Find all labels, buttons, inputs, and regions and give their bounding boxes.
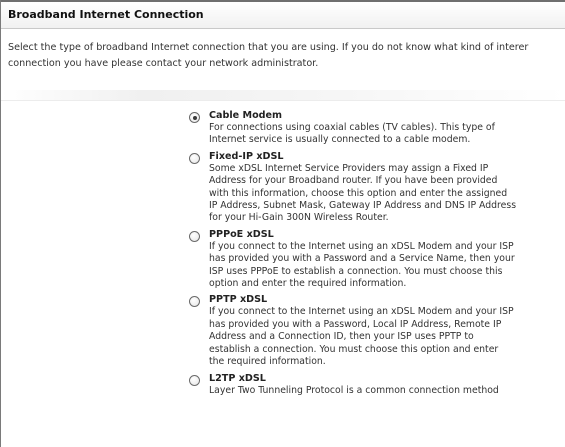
option-description: If you connect to the Internet using an … [209,306,559,368]
wizard-panel: Broadband Internet Connection Select the… [0,0,565,447]
description-line: If you connect to the Internet using an … [209,306,514,318]
intro-line: Select the type of broadband Internet co… [8,42,529,53]
radio-cable-modem[interactable] [189,112,200,123]
description-line: Layer Two Tunneling Protocol is a common… [209,384,499,396]
option-pptp-xdsl[interactable]: PPTP xDSL If you connect to the Internet… [189,294,565,368]
description-line: If you connect to the Internet using an … [209,240,514,252]
description-line: option and enter the required informatio… [209,278,407,290]
option-l2tp-xdsl[interactable]: L2TP xDSL Layer Two Tunneling Protocol i… [189,373,565,397]
option-description: If you connect to the Internet using an … [209,241,559,291]
description-line: Address for your Broadband router. If yo… [209,175,498,187]
radio-fixed-ip-xdsl[interactable] [189,152,200,164]
option-title: PPTP xDSL [209,294,268,306]
option-pppoe-xdsl[interactable]: PPPoE xDSL If you connect to the Interne… [189,229,565,291]
description-line: ISP uses PPPoE to establish a connection… [209,265,503,277]
option-title: Cable Modem [209,110,283,121]
option-description: Some xDSL Internet Service Providers may… [209,163,559,225]
connection-type-options: Cable Modem For connections using coaxia… [189,110,565,401]
description-line: the required information. [209,356,326,368]
intro-line: connection you have please contact your … [8,58,319,69]
radio-pppoe-xdsl[interactable] [189,230,200,242]
panel-header: Broadband Internet Connection [1,2,565,29]
description-line: has provided you with a Password and a S… [209,253,515,265]
option-description: Layer Two Tunneling Protocol is a common… [209,385,559,397]
option-description: For connections using coaxial cables (TV… [209,122,559,147]
description-line: IP Address, Subnet Mask, Gateway IP Addr… [209,200,517,212]
description-line: Address and a Connection ID, then your I… [209,331,474,343]
option-cable-modem[interactable]: Cable Modem For connections using coaxia… [189,110,565,147]
radio-l2tp-xdsl[interactable] [189,374,200,386]
divider-band [1,90,565,101]
option-title: L2TP xDSL [209,372,266,384]
intro-text: Select the type of broadband Internet co… [8,40,565,72]
description-line: with this information, choose this optio… [209,187,508,199]
description-line: Internet service is usually connected to… [209,134,471,146]
option-title: Fixed-IP xDSL [209,150,284,162]
description-line: For connections using coaxial cables (TV… [209,122,495,133]
page-title: Broadband Internet Connection [8,8,204,21]
radio-pptp-xdsl[interactable] [189,296,200,308]
description-line: establish a connection. You must choose … [209,343,499,355]
option-fixed-ip-xdsl[interactable]: Fixed-IP xDSL Some xDSL Internet Service… [189,151,565,225]
description-line: Some xDSL Internet Service Providers may… [209,162,489,174]
option-title: PPPoE xDSL [209,228,274,240]
description-line: for your Hi-Gain 300N Wireless Router. [209,212,389,224]
description-line: has provided you with a Password, Local … [209,318,502,330]
